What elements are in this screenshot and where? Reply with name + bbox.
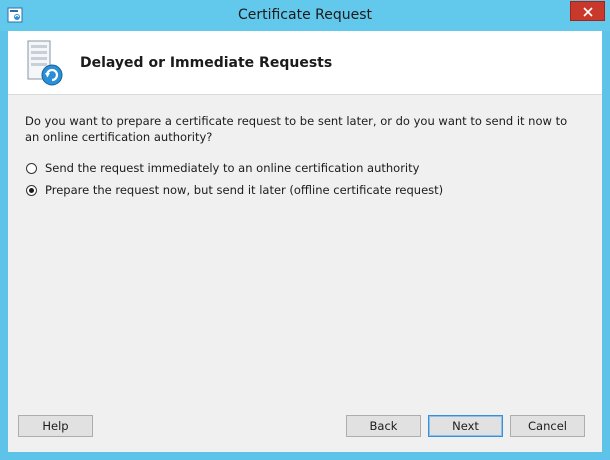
- page-title: Delayed or Immediate Requests: [80, 55, 333, 71]
- close-icon: [582, 2, 593, 21]
- close-button[interactable]: [570, 1, 605, 21]
- radio-button[interactable]: [26, 162, 37, 174]
- wizard-header: Delayed or Immediate Requests: [8, 31, 602, 95]
- next-button[interactable]: Next: [428, 415, 503, 437]
- option-label: Send the request immediately to an onlin…: [45, 161, 420, 175]
- question-text: Do you want to prepare a certificate req…: [25, 114, 568, 144]
- radio-button-selected[interactable]: [26, 184, 37, 196]
- dialog-client-area: Delayed or Immediate Requests Do you wan…: [8, 31, 602, 452]
- option-send-immediately[interactable]: Send the request immediately to an onlin…: [26, 161, 419, 175]
- help-button[interactable]: Help: [18, 415, 93, 437]
- option-send-later[interactable]: Prepare the request now, but send it lat…: [26, 183, 443, 197]
- cancel-button[interactable]: Cancel: [510, 415, 585, 437]
- certificate-request-window: Certificate Request Delayed or Immediate…: [0, 0, 610, 460]
- title-bar[interactable]: Certificate Request: [0, 0, 610, 31]
- window-title: Certificate Request: [237, 7, 373, 23]
- server-request-icon: [25, 39, 69, 87]
- back-button[interactable]: Back: [346, 415, 421, 437]
- option-label: Prepare the request now, but send it lat…: [45, 183, 444, 197]
